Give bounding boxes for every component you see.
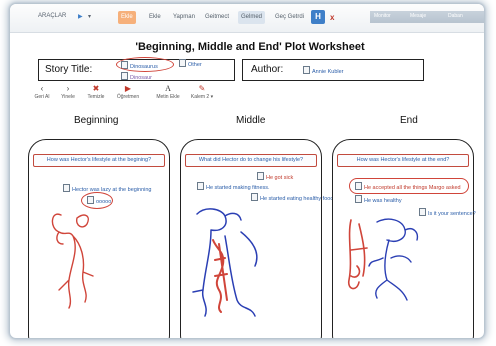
tab-insert[interactable]: Ekle <box>118 11 136 24</box>
tab-gelmed[interactable]: Gelmed <box>238 11 266 24</box>
story-title-note-3-text: Other <box>188 62 202 68</box>
teacher-label: Öğretmen <box>116 94 140 100</box>
add-text-label: Metin Ekle <box>156 94 180 100</box>
note-icon <box>303 66 310 74</box>
forward-arrow-icon: › <box>66 84 70 93</box>
story-title-note-2-text: Dinosaur <box>130 75 153 81</box>
panel-middle: What did Hector do to change his lifesty… <box>180 139 335 338</box>
clear-button[interactable]: ✖ Temizle <box>82 84 110 100</box>
daban-link[interactable]: Daban <box>448 13 463 19</box>
drawing-toolbar: ‹ Geri Al › Yinele ✖ Temizle ▶ Öğretmen … <box>28 84 248 110</box>
panel-beginning: How was Hector's lifestyle at the begini… <box>28 139 170 338</box>
story-title-note-2[interactable]: Dinosaur <box>121 72 152 81</box>
page-title: 'Beginning, Middle and End' Plot Workshe… <box>135 41 365 53</box>
tab-gec-getrdi[interactable]: Geç Getrdi <box>272 11 307 24</box>
red-drawing-beginning <box>51 213 94 309</box>
story-title-box: Story Title: Dinosaurus Dinosaur Other <box>38 57 235 81</box>
text-icon: A <box>165 84 171 93</box>
redo-label: Yinele <box>61 94 75 100</box>
author-label: Author: <box>251 64 284 75</box>
note-icon <box>179 59 186 67</box>
column-beginning: Beginning <box>74 115 119 126</box>
add-text-button[interactable]: A Metin Ekle <box>154 84 182 100</box>
red-blue-drawing-end <box>347 218 419 301</box>
top-toolbar: ARAÇLAR ▶ ▾ Ekle Ekle Yapman Geitmect Ge… <box>10 4 484 33</box>
app-window: ARAÇLAR ▶ ▾ Ekle Ekle Yapman Geitmect Ge… <box>10 4 484 338</box>
blue-red-drawing-middle <box>192 208 258 317</box>
teacher-icon: ▶ <box>124 84 132 93</box>
story-title-note-3[interactable]: Other <box>179 59 202 68</box>
note-icon <box>121 72 128 80</box>
story-title-label: Story Title: <box>45 64 93 75</box>
undo-label: Geri Al <box>34 94 50 100</box>
panel-end: How was Hector's lifestyle at the end? H… <box>332 139 476 338</box>
column-middle: Middle <box>236 115 266 126</box>
monitor-link[interactable]: Monitor <box>374 13 391 19</box>
messages-link[interactable]: Mesaje <box>410 13 426 19</box>
column-end: End <box>400 115 418 126</box>
delete-icon: ✖ <box>92 84 100 93</box>
pen-icon: ✎ <box>198 84 206 93</box>
play-icon[interactable]: ▶ <box>78 13 83 20</box>
tools-menu[interactable]: ARAÇLAR <box>38 13 66 19</box>
author-note[interactable]: Annie Kubler <box>303 66 344 75</box>
undo-button[interactable]: ‹ Geri Al <box>28 84 56 100</box>
tab-yapman[interactable]: Yapman <box>170 11 198 24</box>
pen-label: Kalem 2 ▾ <box>190 94 214 100</box>
author-note-text: Annie Kubler <box>312 69 344 75</box>
top-right-bar: Monitor Mesaje Daban <box>370 11 484 23</box>
redo-button[interactable]: › Yinele <box>54 84 82 100</box>
author-box: Author: Annie Kubler <box>242 59 424 81</box>
back-arrow-icon: ‹ <box>40 84 44 93</box>
help-button[interactable]: H <box>311 10 325 24</box>
teacher-button[interactable]: ▶ Öğretmen <box>114 84 142 100</box>
clear-label: Temizle <box>87 94 105 100</box>
tab-insert-2[interactable]: Ekle <box>146 11 164 24</box>
chevron-down-icon[interactable]: ▾ <box>88 13 91 20</box>
tab-geitmect[interactable]: Geitmect <box>202 11 232 24</box>
red-circle-mark <box>116 57 174 72</box>
pen-button[interactable]: ✎ Kalem 2 ▾ <box>188 84 216 100</box>
close-icon[interactable]: x <box>330 13 334 22</box>
